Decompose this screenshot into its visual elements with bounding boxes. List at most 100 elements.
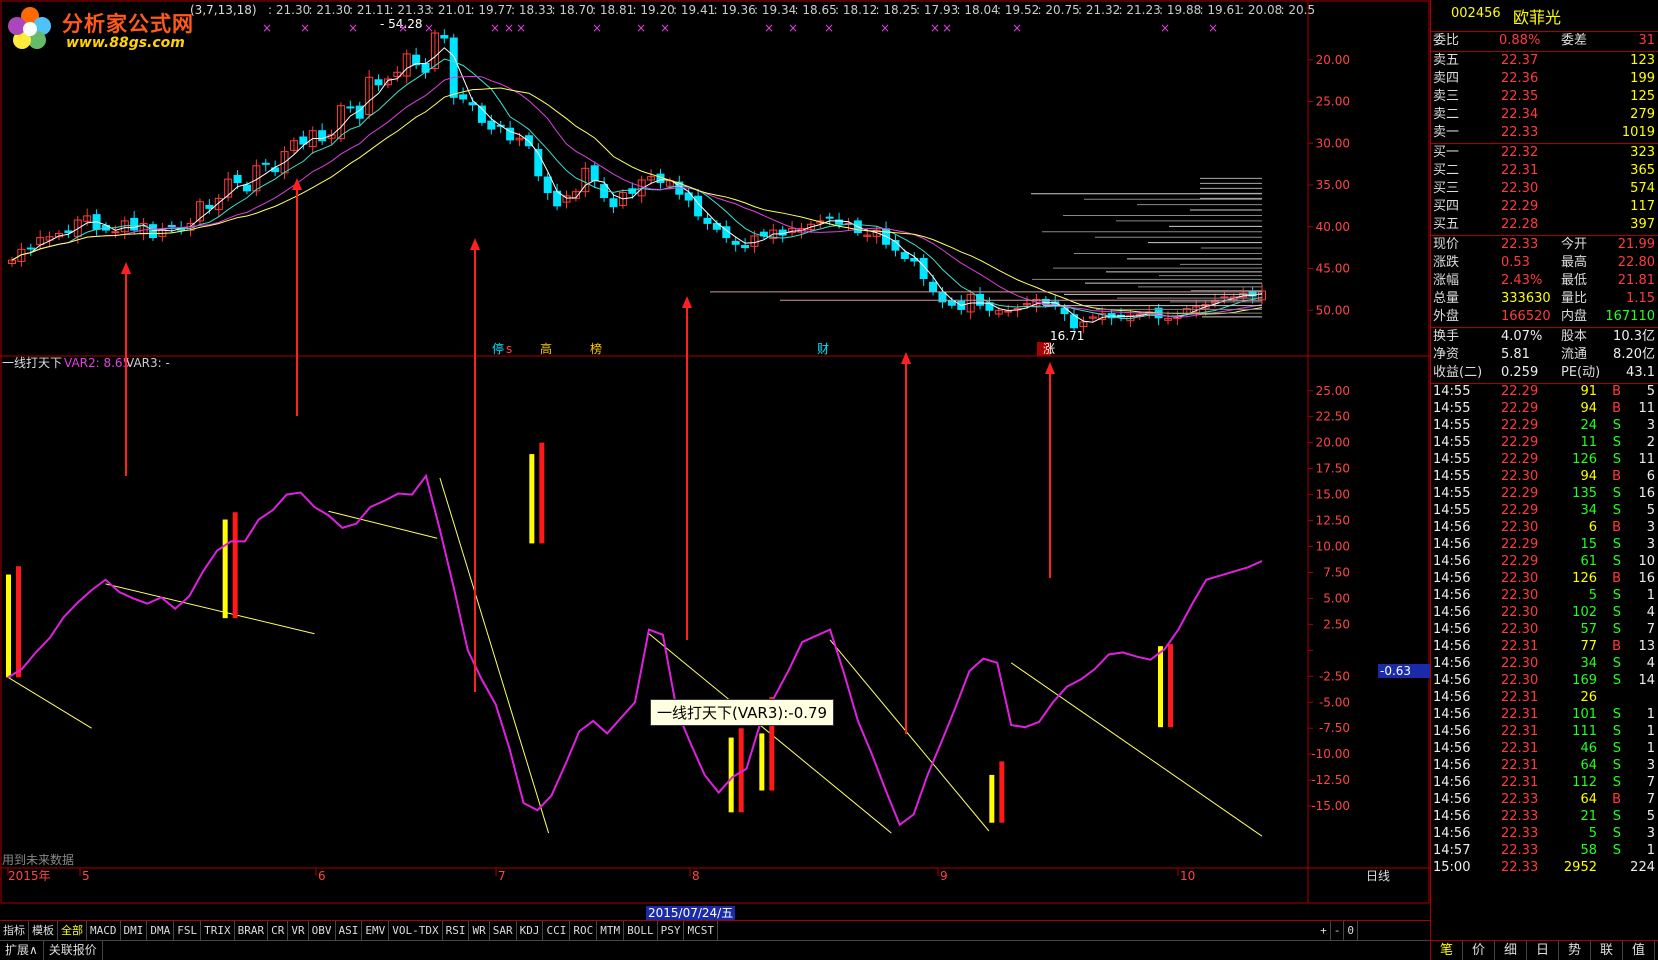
indicator-tab[interactable]: 指标 xyxy=(0,921,29,940)
indicator-tab[interactable]: FSL xyxy=(174,921,202,940)
tick-side: S xyxy=(1612,843,1621,858)
tick-side: S xyxy=(1612,605,1621,620)
ask-row: 卖五 22.37 123 xyxy=(1431,52,1658,70)
event-tag: 涨 xyxy=(1043,341,1055,356)
tick-row: 14:56 22.31 111 S 1 xyxy=(1431,723,1658,741)
bid-volume: 117 xyxy=(1630,199,1655,214)
indicator-tab[interactable]: 模板 xyxy=(29,921,58,940)
x-axis-label: 7 xyxy=(498,869,506,883)
trend-line xyxy=(328,510,438,539)
candle-body xyxy=(233,174,242,183)
ma-value: : 18.25 xyxy=(876,3,918,17)
candle-body xyxy=(111,231,120,234)
signal-x-marker: × xyxy=(824,21,834,35)
tick-row: 14:56 22.33 21 S 5 xyxy=(1431,808,1658,826)
stock-header[interactable]: 002456 欧菲光 xyxy=(1435,2,1655,28)
indicator-tab[interactable]: MACD xyxy=(87,921,121,940)
side-tab[interactable]: 势 xyxy=(1559,941,1591,960)
x-axis-label: 9 xyxy=(940,869,948,883)
side-tab[interactable]: 日 xyxy=(1527,941,1559,960)
tick-row: 14:55 22.29 91 B 5 xyxy=(1431,383,1658,401)
zoom-button[interactable]: + xyxy=(1317,921,1331,940)
tick-row: 14:56 22.31 101 S 1 xyxy=(1431,706,1658,724)
tick-count: 11 xyxy=(1638,452,1655,467)
zoom-button[interactable]: - xyxy=(1331,921,1345,940)
chart-area[interactable]: (3,7,13,18): 21.30: 21.30: 21.11: 21.33:… xyxy=(0,0,1430,921)
stock-code: 002456 xyxy=(1451,6,1501,21)
ask-volume: 199 xyxy=(1630,71,1655,86)
chart-frame xyxy=(0,0,1430,904)
indicator-tab[interactable]: CR xyxy=(268,921,289,940)
trend-line xyxy=(7,676,92,729)
tick-time: 14:56 xyxy=(1433,741,1471,756)
indicator-tab[interactable]: DMI xyxy=(121,921,148,940)
fund-value: 0.259 xyxy=(1501,365,1539,380)
tick-row: 14:57 22.33 58 S 1 xyxy=(1431,842,1658,860)
indicator-tab[interactable]: VOL-TDX xyxy=(389,921,443,940)
indicator-tab-bar: 指标 模板 全部 MACD DMI DMA FSL TRIX BRAR CR VR OBV ASI EMV… xyxy=(0,920,1430,940)
tick-price: 22.29 xyxy=(1501,537,1539,552)
side-tab[interactable]: 联 xyxy=(1591,941,1623,960)
tick-price: 22.29 xyxy=(1501,554,1539,569)
indicator-tab[interactable]: CCI xyxy=(543,921,571,940)
indicator-tab[interactable]: EMV xyxy=(362,921,390,940)
tick-time: 14:55 xyxy=(1433,469,1471,484)
tick-count: 13 xyxy=(1638,639,1655,654)
indicator-tab[interactable]: SAR xyxy=(490,921,517,940)
indicator-tab[interactable]: BOLL xyxy=(624,921,658,940)
indicator-tab[interactable]: DMA xyxy=(147,921,175,940)
tick-volume: 126 xyxy=(1572,452,1597,467)
ma-value: : 18.65 xyxy=(795,3,837,17)
tick-count: 10 xyxy=(1638,554,1655,569)
fund-label-2: 股本 xyxy=(1561,329,1588,344)
bottom-bar-item[interactable]: 扩展∧ xyxy=(0,941,44,960)
tick-side: S xyxy=(1612,758,1621,773)
side-tab[interactable]: 值 xyxy=(1623,941,1655,960)
tick-side: S xyxy=(1612,724,1621,739)
indicator-tab[interactable]: KDJ xyxy=(517,921,544,940)
ask-price: 22.37 xyxy=(1501,53,1539,68)
ind-y-label: -2.50 xyxy=(1319,669,1350,683)
side-tab[interactable]: 笔 xyxy=(1431,941,1463,960)
tick-volume: 111 xyxy=(1572,724,1597,739)
bid-price: 22.29 xyxy=(1501,199,1539,214)
tick-side: S xyxy=(1612,673,1621,688)
side-tab[interactable]: 细 xyxy=(1495,941,1527,960)
tick-side: S xyxy=(1612,418,1621,433)
indicator-tab[interactable]: TRIX xyxy=(201,921,235,940)
quote-row: 涨跌 0.53 最高 22.80 xyxy=(1431,254,1658,272)
indicator-tab[interactable]: PSY xyxy=(658,921,685,940)
tick-volume: 24 xyxy=(1580,418,1597,433)
indicator-tab[interactable]: VR xyxy=(288,921,309,940)
ask-price: 22.34 xyxy=(1501,107,1539,122)
indicator-tab[interactable]: MTM xyxy=(597,921,625,940)
bottom-bar-item[interactable]: 关联报价 xyxy=(44,941,103,960)
tick-volume: 64 xyxy=(1580,758,1597,773)
ma-value: : 19.41 xyxy=(673,3,715,17)
tick-price: 22.29 xyxy=(1501,418,1539,433)
ind-y-label: 10.00 xyxy=(1316,540,1350,554)
tick-count: 3 xyxy=(1646,520,1655,535)
quote-label-2: 内盘 xyxy=(1561,309,1588,324)
ind-y-label: -10.00 xyxy=(1311,747,1350,761)
indicator-tab[interactable]: 全部 xyxy=(58,921,87,940)
low-price-label: 16.71 xyxy=(1050,329,1084,343)
tick-count: 5 xyxy=(1646,503,1655,518)
indicator-tab[interactable]: ROC xyxy=(570,921,598,940)
zoom-button[interactable]: 0 xyxy=(1344,921,1358,940)
price-y-label: 30.00 xyxy=(1316,136,1350,150)
tick-time: 15:00 xyxy=(1433,860,1471,875)
indicator-tab[interactable]: RSI xyxy=(443,921,470,940)
buy-signal-bar-red xyxy=(539,442,545,544)
logo-url: www.88gs.com xyxy=(66,35,185,51)
indicator-tab[interactable]: OBV xyxy=(309,921,336,940)
buy-signal-bar-yellow xyxy=(529,454,535,544)
chart-canvas[interactable]: (3,7,13,18): 21.30: 21.30: 21.11: 21.33:… xyxy=(0,0,1430,920)
indicator-tab[interactable]: ASI xyxy=(336,921,363,940)
indicator-tab[interactable]: WR xyxy=(469,921,490,940)
tick-count: 16 xyxy=(1638,486,1655,501)
bid-label: 买二 xyxy=(1433,163,1460,178)
indicator-tab[interactable]: BRAR xyxy=(235,921,269,940)
indicator-tab[interactable]: MCST xyxy=(684,921,718,940)
side-tab[interactable]: 价 xyxy=(1463,941,1495,960)
